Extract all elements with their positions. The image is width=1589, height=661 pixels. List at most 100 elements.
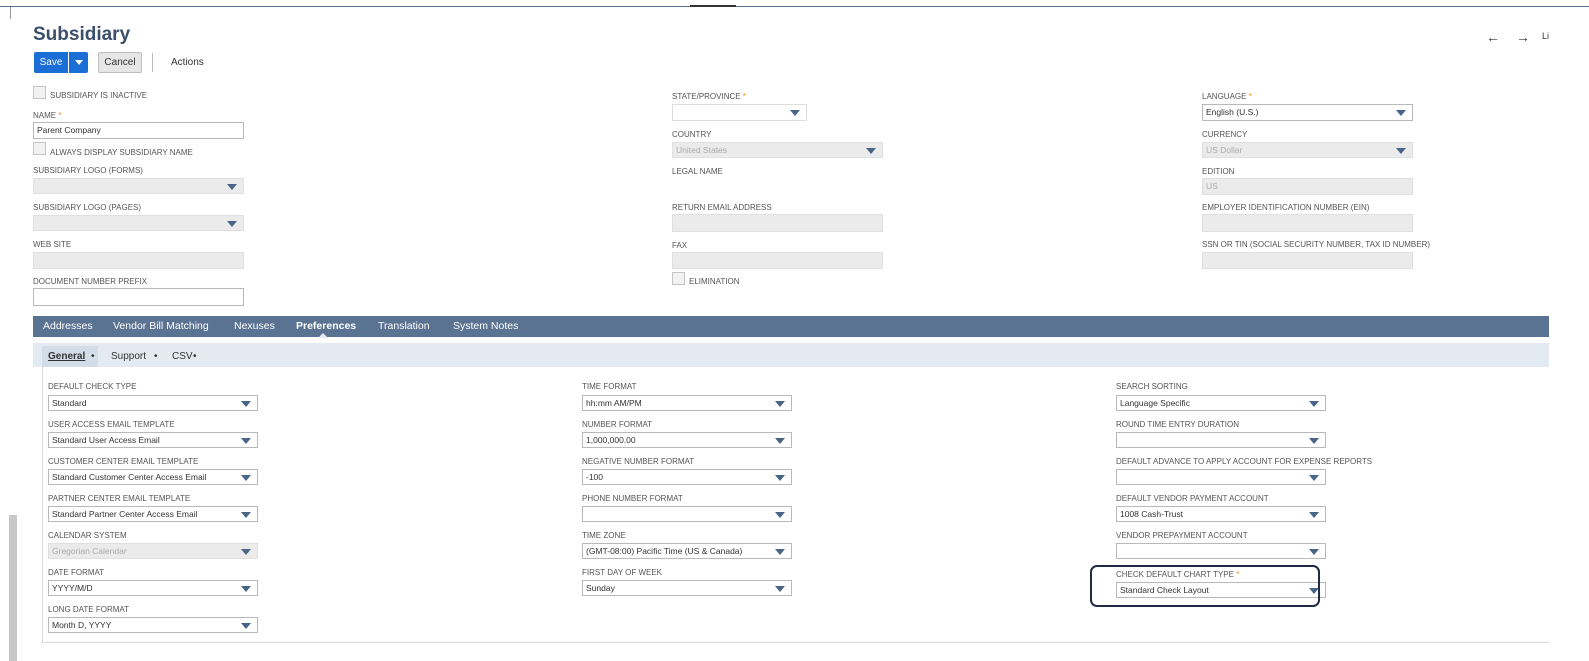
return-email-input[interactable] [672, 214, 883, 232]
back-arrow-icon[interactable]: ← [1486, 29, 1500, 45]
tab-nexuses[interactable]: Nexuses [234, 320, 275, 332]
pref-label: USER ACCESS EMAIL TEMPLATE [48, 420, 175, 429]
subtab-bar [33, 343, 1549, 367]
time-zone-select[interactable]: (GMT-08:00) Pacific Time (US & Canada) [582, 543, 792, 559]
dropdown-arrow-icon [241, 512, 251, 518]
doc-prefix-input[interactable] [33, 288, 244, 306]
dropdown-arrow-icon [1309, 512, 1319, 518]
subtab-general-dot: • [91, 351, 95, 362]
tab-vendor-bill-matching[interactable]: Vendor Bill Matching [113, 320, 209, 332]
dropdown-arrow-icon [775, 512, 785, 518]
dropdown-arrow-icon [241, 401, 251, 407]
dropdown-arrow-icon [1309, 475, 1319, 481]
dropdown-arrow-icon [775, 475, 785, 481]
pref-label: TIME FORMAT [582, 382, 637, 391]
panel-border [42, 367, 43, 642]
long-date-format-select[interactable]: Month D, YYYY [48, 617, 258, 633]
dropdown-arrow-icon [241, 475, 251, 481]
inactive-checkbox[interactable] [33, 86, 46, 99]
logo-forms-select[interactable] [33, 178, 244, 194]
pref-label: DEFAULT ADVANCE TO APPLY ACCOUNT FOR EXP… [1116, 457, 1373, 466]
pref-label: ROUND TIME ENTRY DURATION [1116, 420, 1239, 429]
dropdown-arrow-icon [866, 148, 876, 154]
save-dropdown-button[interactable] [69, 52, 88, 73]
date-format-select[interactable]: YYYY/M/D [48, 580, 258, 596]
dropdown-arrow-icon [775, 586, 785, 592]
dropdown-arrow-icon [227, 184, 237, 190]
dropdown-arrow-icon [1309, 438, 1319, 444]
dropdown-arrow-icon [241, 623, 251, 629]
tab-preferences[interactable]: Preferences [296, 320, 356, 332]
name-input[interactable]: Parent Company [33, 122, 244, 139]
subtab-support[interactable]: Support [111, 351, 146, 362]
elimination-checkbox[interactable] [672, 272, 685, 285]
country-select[interactable]: United States [672, 142, 883, 158]
default-advance-account-select[interactable] [1116, 469, 1326, 485]
ssn-input[interactable] [1202, 252, 1413, 269]
elimination-label: ELIMINATION [689, 277, 740, 286]
pref-label: SEARCH SORTING [1116, 382, 1188, 391]
pref-label: NUMBER FORMAT [582, 420, 653, 429]
dropdown-arrow-icon [775, 549, 785, 555]
user-access-email-select[interactable]: Standard User Access Email [48, 432, 258, 448]
fax-label: FAX [672, 241, 688, 250]
subtab-csv[interactable]: CSV [172, 351, 193, 362]
name-label: NAME * [33, 111, 62, 120]
dropdown-arrow-icon [241, 586, 251, 592]
subtab-support-dot: • [154, 351, 158, 362]
logo-pages-label: SUBSIDIARY LOGO (PAGES) [33, 203, 142, 212]
currency-select[interactable]: US Dollar [1202, 142, 1413, 158]
round-time-entry-select[interactable] [1116, 432, 1326, 448]
dropdown-arrow-icon [790, 110, 800, 116]
pref-label: PARTNER CENTER EMAIL TEMPLATE [48, 494, 191, 503]
first-day-of-week-select[interactable]: Sunday [582, 580, 792, 596]
list-link[interactable]: Li [1542, 31, 1549, 41]
customer-center-email-select[interactable]: Standard Customer Center Access Email [48, 469, 258, 485]
pref-label: PHONE NUMBER FORMAT [582, 494, 683, 503]
ein-input[interactable] [1202, 214, 1413, 232]
tab-system-notes[interactable]: System Notes [453, 320, 518, 332]
pref-label: VENDOR PREPAYMENT ACCOUNT [1116, 531, 1248, 540]
language-label: LANGUAGE * [1202, 92, 1252, 101]
time-format-select[interactable]: hh:mm AM/PM [582, 395, 792, 411]
page-title: Subsidiary [33, 24, 131, 45]
language-select[interactable]: English (U.S.) [1202, 104, 1413, 121]
logo-pages-select[interactable] [33, 215, 244, 231]
calendar-system-select[interactable]: Gregorian Calendar [48, 543, 258, 559]
default-check-type-select[interactable]: Standard [48, 395, 258, 411]
forward-arrow-icon[interactable]: → [1516, 29, 1530, 45]
pref-label: LONG DATE FORMAT [48, 605, 130, 614]
pref-label: CALENDAR SYSTEM [48, 531, 127, 540]
partner-center-email-select[interactable]: Standard Partner Center Access Email [48, 506, 258, 522]
dropdown-arrow-icon [241, 549, 251, 555]
always-display-checkbox[interactable] [33, 142, 46, 155]
inactive-label: SUBSIDIARY IS INACTIVE [50, 91, 148, 100]
dropdown-arrow-icon [1396, 148, 1406, 154]
pref-label: DATE FORMAT [48, 568, 105, 577]
state-select[interactable] [672, 104, 807, 121]
dropdown-arrow-icon [1309, 401, 1319, 407]
edition-field: US [1202, 178, 1413, 195]
pref-label: DEFAULT VENDOR PAYMENT ACCOUNT [1116, 494, 1269, 503]
tab-translation[interactable]: Translation [378, 320, 430, 332]
save-button[interactable]: Save [34, 52, 68, 73]
web-site-input[interactable] [33, 252, 244, 269]
vendor-prepayment-account-select[interactable] [1116, 543, 1326, 559]
fax-input[interactable] [672, 252, 883, 269]
subtab-general[interactable]: General [48, 351, 85, 362]
tab-addresses[interactable]: Addresses [43, 320, 93, 332]
dropdown-arrow-icon [775, 401, 785, 407]
negative-number-format-select[interactable]: -100 [582, 469, 792, 485]
dropdown-arrow-icon [227, 221, 237, 227]
dropdown-arrow-icon [1309, 549, 1319, 555]
vendor-payment-account-select[interactable]: 1008 Cash-Trust [1116, 506, 1326, 522]
active-tab-indicator [318, 333, 328, 338]
cancel-button[interactable]: Cancel [98, 52, 142, 73]
web-site-label: WEB SITE [33, 240, 72, 249]
phone-number-format-select[interactable] [582, 506, 792, 522]
number-format-select[interactable]: 1,000,000.00 [582, 432, 792, 448]
search-sorting-select[interactable]: Language Specific [1116, 395, 1326, 411]
currency-label: CURRENCY [1202, 130, 1248, 139]
actions-menu[interactable]: Actions [171, 57, 204, 68]
panel-border [42, 642, 1549, 643]
